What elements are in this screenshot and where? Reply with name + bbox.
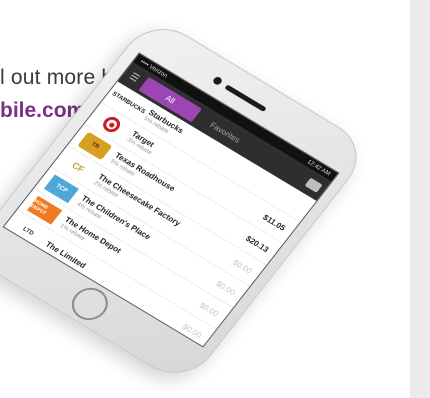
merchant-amount: $0.00 [231, 257, 255, 276]
card-icon[interactable] [304, 177, 323, 193]
side-panel [410, 0, 430, 398]
menu-icon[interactable]: ☰ [126, 70, 143, 85]
merchant-amount: $0.00 [197, 300, 221, 318]
merchant-amount: $0.00 [181, 321, 204, 340]
merchant-amount: $20.13 [244, 233, 271, 254]
camera-icon [211, 75, 224, 87]
merchant-amount: $0.00 [214, 278, 238, 297]
merchant-amount: $11.05 [261, 212, 288, 233]
